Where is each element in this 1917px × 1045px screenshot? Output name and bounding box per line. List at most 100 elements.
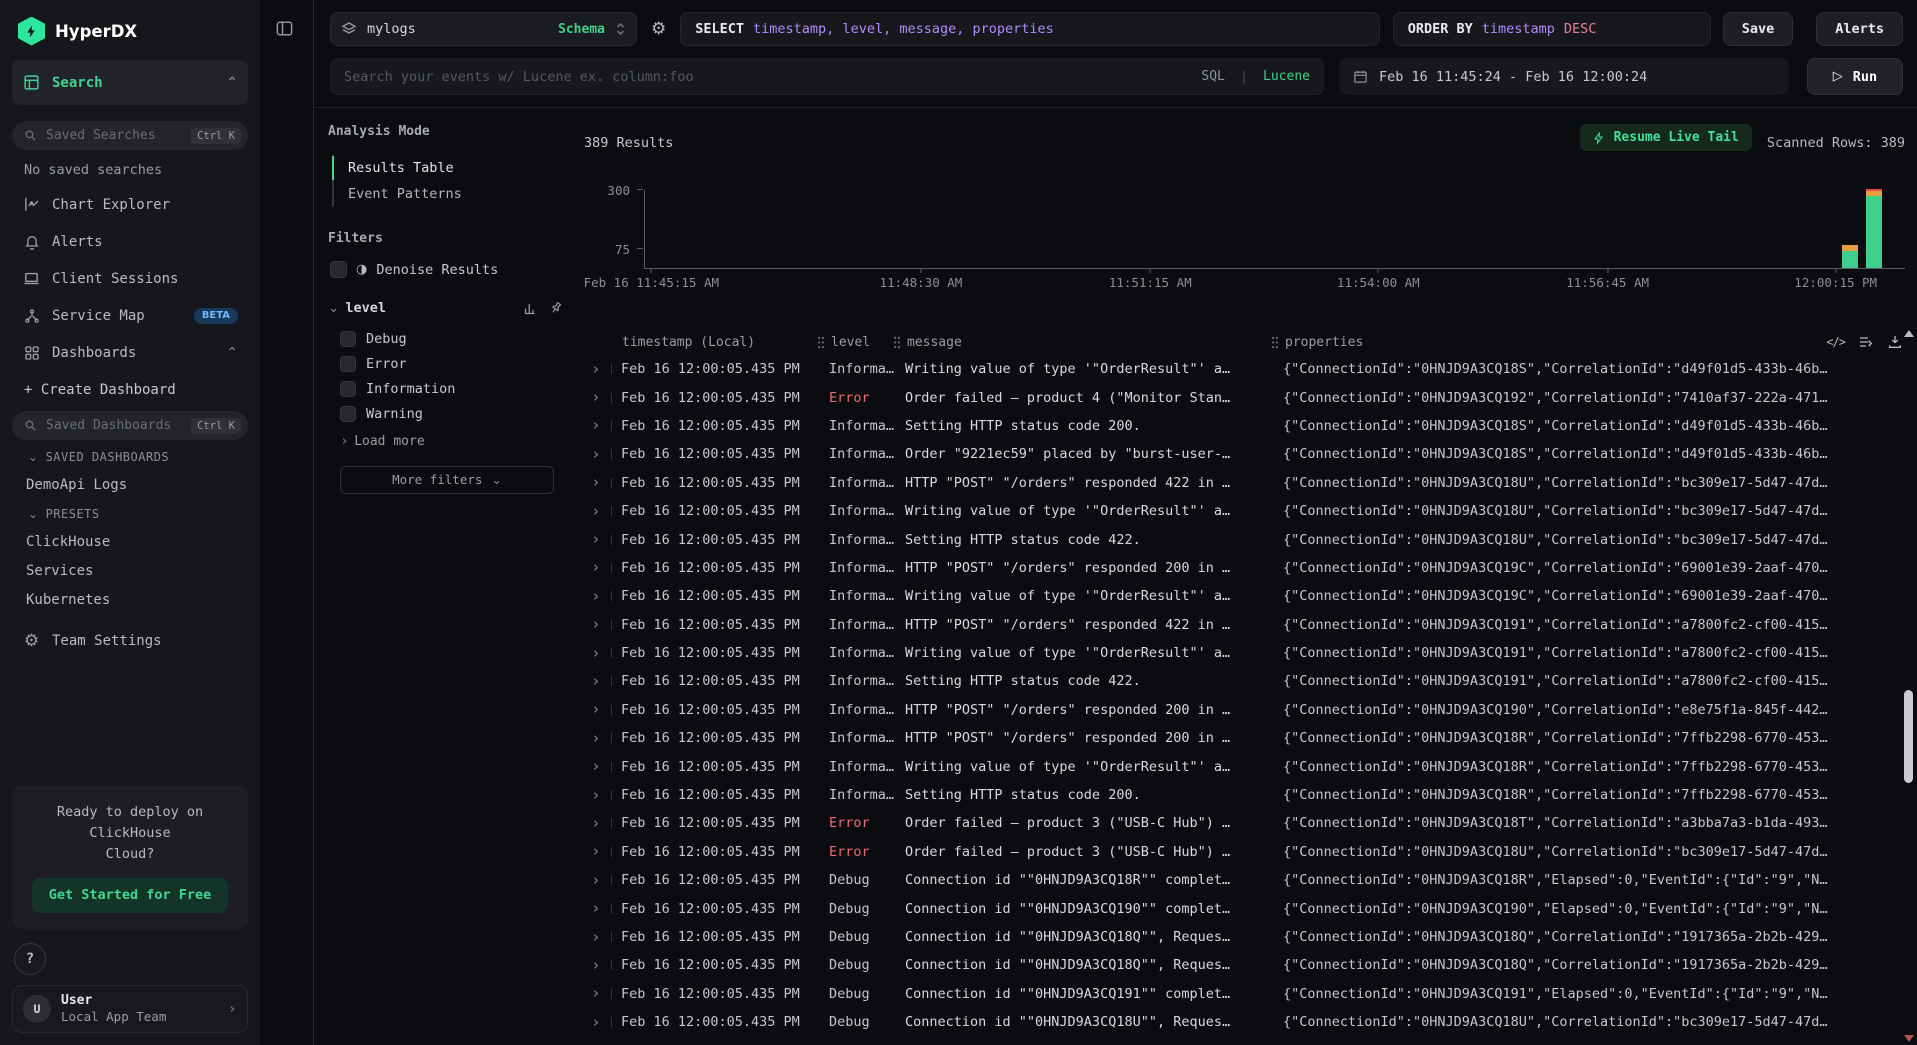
chart-bar[interactable]	[1866, 189, 1882, 268]
lucene-toggle[interactable]: Lucene	[1263, 69, 1310, 84]
log-row[interactable]: › Feb 16 12:00:05.435 PM Error Order fai…	[584, 838, 1917, 866]
run-button[interactable]: ▷ Run	[1807, 58, 1903, 95]
level-option-error[interactable]: Error	[328, 351, 563, 376]
preset-item-services[interactable]: Services	[12, 556, 248, 585]
log-row[interactable]: › Feb 16 12:00:05.435 PM Debug Connectio…	[584, 923, 1917, 951]
create-dashboard-button[interactable]: + Create Dashboard	[12, 371, 248, 407]
load-more-button[interactable]: › Load more	[328, 427, 563, 449]
saved-dashboards-section[interactable]: ⌄ SAVED DASHBOARDS	[12, 442, 248, 470]
code-view-icon[interactable]: </>	[1826, 335, 1845, 349]
log-row[interactable]: › Feb 16 12:00:05.435 PM Debug Connectio…	[584, 980, 1917, 1008]
sidebar-item-service-map[interactable]: Service Map BETA	[12, 297, 248, 334]
log-row[interactable]: › Feb 16 12:00:05.435 PM Informa… Writin…	[584, 497, 1917, 525]
schema-label[interactable]: Schema	[558, 22, 605, 37]
user-menu[interactable]: U User Local App Team ›	[12, 985, 248, 1033]
source-select[interactable]: mylogs Schema	[330, 12, 637, 46]
time-range-picker[interactable]: Feb 16 11:45:24 - Feb 16 12:00:24	[1339, 58, 1789, 95]
log-row[interactable]: › Feb 16 12:00:05.435 PM Informa… Settin…	[584, 412, 1917, 440]
expand-row-icon[interactable]: ›	[584, 504, 611, 519]
expand-row-icon[interactable]: ›	[584, 1015, 611, 1030]
chevron-up-icon[interactable]: ⌃	[226, 345, 238, 361]
expand-row-icon[interactable]: ›	[584, 901, 611, 916]
denoise-results-option[interactable]: ◑ Denoise Results	[330, 261, 563, 278]
expand-row-icon[interactable]: ›	[584, 560, 611, 575]
drag-handle-icon[interactable]	[893, 336, 901, 349]
preset-item-kubernetes[interactable]: Kubernetes	[12, 585, 248, 614]
expand-row-icon[interactable]: ›	[584, 447, 611, 462]
expand-row-icon[interactable]: ›	[584, 930, 611, 945]
sidebar-item-team-settings[interactable]: ⚙ Team Settings	[12, 622, 248, 659]
expand-row-icon[interactable]: ›	[584, 788, 611, 803]
mode-results-table[interactable]: Results Table	[334, 155, 563, 181]
log-row[interactable]: › Feb 16 12:00:05.435 PM Informa… Writin…	[584, 639, 1917, 667]
expand-row-icon[interactable]: ›	[584, 646, 611, 661]
preset-item-clickhouse[interactable]: ClickHouse	[12, 527, 248, 556]
checkbox-information[interactable]	[340, 381, 356, 397]
alerts-button[interactable]: Alerts	[1816, 12, 1903, 46]
mode-event-patterns[interactable]: Event Patterns	[334, 181, 563, 207]
level-filter-group[interactable]: ⌄ level	[328, 300, 563, 316]
scroll-down-icon[interactable]	[1904, 1035, 1914, 1042]
saved-dashboards-input[interactable]: Saved Dashboards Ctrl K	[12, 411, 248, 440]
collapse-sidebar-icon[interactable]	[275, 19, 294, 38]
search-input[interactable]: Search your events w/ Lucene ex. column:…	[330, 58, 1324, 95]
expand-row-icon[interactable]: ›	[584, 873, 611, 888]
sidebar-item-search[interactable]: Search ⌃	[12, 60, 248, 105]
log-row[interactable]: › Feb 16 12:00:05.435 PM Debug Connectio…	[584, 951, 1917, 979]
expand-row-icon[interactable]: ›	[584, 731, 611, 746]
more-filters-button[interactable]: More filters ⌄	[340, 466, 554, 494]
log-row[interactable]: › Feb 16 12:00:05.435 PM Error Order fai…	[584, 383, 1917, 411]
sidebar-item-alerts[interactable]: Alerts	[12, 223, 248, 260]
column-header-timestamp[interactable]: timestamp (Local)	[611, 335, 829, 350]
saved-searches-input[interactable]: Saved Searches Ctrl K	[12, 121, 248, 150]
log-row[interactable]: › Feb 16 12:00:05.435 PM Informa… HTTP "…	[584, 696, 1917, 724]
expand-row-icon[interactable]: ›	[584, 390, 611, 405]
log-row[interactable]: › Feb 16 12:00:05.435 PM Debug Connectio…	[584, 894, 1917, 922]
gear-icon[interactable]: ⚙	[651, 19, 666, 39]
level-option-warning[interactable]: Warning	[328, 402, 563, 427]
expand-row-icon[interactable]: ›	[584, 759, 611, 774]
denoise-checkbox[interactable]	[330, 261, 347, 278]
help-button[interactable]: ?	[14, 943, 46, 975]
expand-row-icon[interactable]: ›	[584, 958, 611, 973]
drag-handle-icon[interactable]	[1271, 336, 1279, 349]
expand-row-icon[interactable]: ›	[584, 418, 611, 433]
log-row[interactable]: › Feb 16 12:00:05.435 PM Informa… Settin…	[584, 781, 1917, 809]
scrollbar-thumb[interactable]	[1904, 690, 1913, 783]
expand-row-icon[interactable]: ›	[584, 475, 611, 490]
expand-row-icon[interactable]: ›	[584, 816, 611, 831]
sidebar-item-client-sessions[interactable]: Client Sessions	[12, 260, 248, 297]
log-row[interactable]: › Feb 16 12:00:05.435 PM Informa… Writin…	[584, 752, 1917, 780]
expand-row-icon[interactable]: ›	[584, 844, 611, 859]
expand-row-icon[interactable]: ›	[584, 362, 611, 377]
get-started-button[interactable]: Get Started for Free	[32, 878, 227, 913]
level-option-information[interactable]: Information	[328, 376, 563, 401]
log-row[interactable]: › Feb 16 12:00:05.435 PM Informa… HTTP "…	[584, 611, 1917, 639]
checkbox-error[interactable]	[340, 356, 356, 372]
pin-icon[interactable]	[546, 298, 565, 317]
scrollbar[interactable]	[1903, 330, 1915, 1042]
log-row[interactable]: › Feb 16 12:00:05.435 PM Informa… Order …	[584, 440, 1917, 468]
log-row[interactable]: › Feb 16 12:00:05.435 PM Informa… HTTP "…	[584, 554, 1917, 582]
sidebar-item-dashboards[interactable]: Dashboards ⌃	[12, 334, 248, 371]
level-option-debug[interactable]: Debug	[328, 326, 563, 351]
drag-handle-icon[interactable]	[817, 336, 825, 349]
bar-chart-icon[interactable]	[523, 301, 538, 316]
expand-row-icon[interactable]: ›	[584, 702, 611, 717]
expand-row-icon[interactable]: ›	[584, 986, 611, 1001]
log-row[interactable]: › Feb 16 12:00:05.435 PM Debug Connectio…	[584, 1036, 1917, 1045]
log-row[interactable]: › Feb 16 12:00:05.435 PM Informa… Writin…	[584, 582, 1917, 610]
checkbox-warning[interactable]	[340, 406, 356, 422]
chart-bar[interactable]	[1842, 245, 1858, 268]
order-by-input[interactable]: ORDER BY timestamp DESC	[1393, 12, 1711, 46]
log-row[interactable]: › Feb 16 12:00:05.435 PM Error Order fai…	[584, 809, 1917, 837]
dashboard-item-demoapi-logs[interactable]: DemoApi Logs	[12, 470, 248, 499]
sql-toggle[interactable]: SQL	[1201, 69, 1224, 84]
chevron-up-icon[interactable]: ⌃	[226, 75, 238, 91]
select-columns-input[interactable]: SELECT timestamp, level, message, proper…	[680, 12, 1379, 46]
save-button[interactable]: Save	[1723, 12, 1794, 46]
log-row[interactable]: › Feb 16 12:00:05.435 PM Debug Connectio…	[584, 1008, 1917, 1036]
log-row[interactable]: › Feb 16 12:00:05.435 PM Informa… Settin…	[584, 525, 1917, 553]
log-row[interactable]: › Feb 16 12:00:05.435 PM Informa… HTTP "…	[584, 469, 1917, 497]
presets-section[interactable]: ⌄ PRESETS	[12, 499, 248, 527]
